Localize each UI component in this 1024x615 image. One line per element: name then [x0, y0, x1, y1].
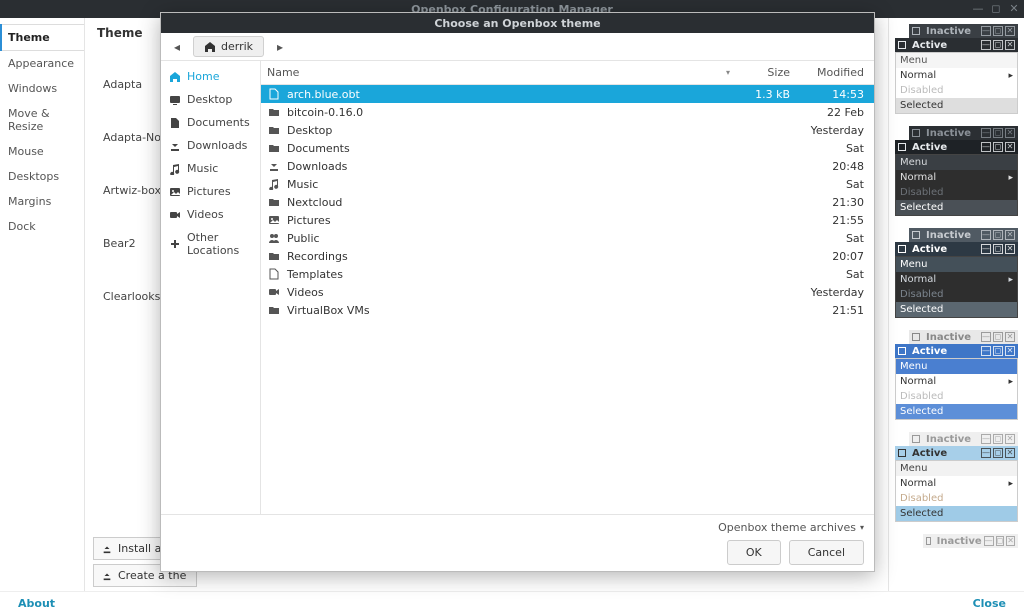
theme-preview: Inactive —◻✕ Active —◻✕ Menu Normal Disa… [895, 330, 1018, 420]
preview-active-bar: Active —◻✕ [895, 242, 1018, 256]
folder-icon [267, 195, 281, 209]
breadcrumb[interactable]: derrik [193, 36, 264, 57]
place-pictures[interactable]: Pictures [161, 180, 260, 203]
category-appearance[interactable]: Appearance [0, 51, 84, 76]
place-downloads[interactable]: Downloads [161, 134, 260, 157]
videos-icon [169, 209, 181, 221]
preview-inactive-bar: Inactive —◻✕ [909, 432, 1018, 446]
preview-inactive-bar: Inactive —◻✕ [909, 126, 1018, 140]
place-home[interactable]: Home [161, 65, 260, 88]
category-mouse[interactable]: Mouse [0, 139, 84, 164]
category-windows[interactable]: Windows [0, 76, 84, 101]
category-sidebar: ThemeAppearanceWindowsMove & ResizeMouse… [0, 18, 85, 591]
plus-icon [169, 238, 181, 250]
preview-active-bar: Active —◻✕ [895, 38, 1018, 52]
desktop-icon [169, 94, 181, 106]
downloads-icon [267, 159, 281, 173]
close-icon[interactable]: ✕ [1008, 2, 1020, 15]
file-row[interactable]: PublicSat [261, 229, 874, 247]
theme-preview: Inactive —◻✕ Active —◻✕ Menu Normal Disa… [895, 228, 1018, 318]
category-move-resize[interactable]: Move & Resize [0, 101, 84, 139]
preview-active-bar: Active —◻✕ [895, 446, 1018, 460]
minimize-icon[interactable]: — [972, 2, 984, 15]
col-modified[interactable]: Modified [796, 61, 874, 84]
preview-active-bar: Active —◻✕ [895, 140, 1018, 154]
file-row[interactable]: VirtualBox VMs21:51 [261, 301, 874, 319]
preview-menu-body: Menu Normal Disabled Selected [895, 460, 1018, 522]
folder-icon [267, 249, 281, 263]
preview-inactive-bar: Inactive—◻✕ [923, 534, 1018, 548]
place-music[interactable]: Music [161, 157, 260, 180]
folder-icon [267, 123, 281, 137]
home-icon [204, 41, 216, 53]
category-dock[interactable]: Dock [0, 214, 84, 239]
file-row[interactable]: bitcoin-0.16.022 Feb [261, 103, 874, 121]
file-row[interactable]: TemplatesSat [261, 265, 874, 283]
place-other-locations[interactable]: Other Locations [161, 226, 260, 262]
category-desktops[interactable]: Desktops [0, 164, 84, 189]
file-list: arch.blue.obt1.3 kB14:53bitcoin-0.16.022… [261, 85, 874, 514]
preview-menu-body: Menu Normal Disabled Selected [895, 256, 1018, 318]
preview-menu-body: Menu Normal Disabled Selected [895, 358, 1018, 420]
folder-icon [267, 105, 281, 119]
pictures-icon [267, 213, 281, 227]
category-margins[interactable]: Margins [0, 189, 84, 214]
about-link[interactable]: About [18, 597, 55, 610]
file-row[interactable]: Pictures21:55 [261, 211, 874, 229]
music-icon [169, 163, 181, 175]
cancel-button[interactable]: Cancel [789, 540, 864, 565]
home-icon [169, 71, 181, 83]
preview-inactive-bar: Inactive —◻✕ [909, 24, 1018, 38]
nav-back-icon[interactable]: ◂ [169, 39, 185, 55]
folder-icon [267, 303, 281, 317]
file-chooser-dialog: Choose an Openbox theme ◂ derrik ▸ HomeD… [160, 12, 875, 572]
nav-forward-icon[interactable]: ▸ [272, 39, 288, 55]
pictures-icon [169, 186, 181, 198]
preview-menu-body: Menu Normal Disabled Selected [895, 154, 1018, 216]
category-theme[interactable]: Theme [0, 24, 84, 51]
maximize-icon[interactable]: ◻ [990, 2, 1002, 15]
file-row[interactable]: Downloads20:48 [261, 157, 874, 175]
documents-icon [169, 117, 181, 129]
preview-inactive-bar: Inactive —◻✕ [909, 228, 1018, 242]
place-documents[interactable]: Documents [161, 111, 260, 134]
downloads-icon [169, 140, 181, 152]
places-sidebar: HomeDesktopDocumentsDownloadsMusicPictur… [161, 61, 261, 514]
theme-preview-column: Inactive —◻✕ Active —◻✕ Menu Normal Disa… [889, 18, 1024, 591]
ok-button[interactable]: OK [727, 540, 781, 565]
file-pane: Name▾ Size Modified arch.blue.obt1.3 kB1… [261, 61, 874, 514]
public-icon [267, 231, 281, 245]
videos-icon [267, 285, 281, 299]
close-link[interactable]: Close [973, 597, 1006, 610]
file-row[interactable]: arch.blue.obt1.3 kB14:53 [261, 85, 874, 103]
music-icon [267, 177, 281, 191]
preview-menu-body: Menu Normal Disabled Selected [895, 52, 1018, 114]
theme-preview: Inactive —◻✕ Active —◻✕ Menu Normal Disa… [895, 432, 1018, 522]
file-columns-header: Name▾ Size Modified [261, 61, 874, 85]
dialog-title: Choose an Openbox theme [161, 13, 874, 33]
file-row[interactable]: Nextcloud21:30 [261, 193, 874, 211]
dialog-pathbar: ◂ derrik ▸ [161, 33, 874, 61]
file-row[interactable]: Recordings20:07 [261, 247, 874, 265]
file-filter-dropdown[interactable]: Openbox theme archives▾ [718, 521, 864, 534]
col-size[interactable]: Size [736, 61, 796, 84]
footer: About Close [0, 591, 1024, 615]
file-icon [267, 267, 281, 281]
folder-icon [267, 141, 281, 155]
theme-preview: Inactive —◻✕ Active —◻✕ Menu Normal Disa… [895, 24, 1018, 114]
file-row[interactable]: MusicSat [261, 175, 874, 193]
file-icon [267, 87, 281, 101]
place-videos[interactable]: Videos [161, 203, 260, 226]
preview-inactive-bar: Inactive —◻✕ [909, 330, 1018, 344]
theme-preview: Inactive —◻✕ Active —◻✕ Menu Normal Disa… [895, 126, 1018, 216]
preview-active-bar: Active —◻✕ [895, 344, 1018, 358]
file-row[interactable]: DocumentsSat [261, 139, 874, 157]
file-row[interactable]: DesktopYesterday [261, 121, 874, 139]
col-name[interactable]: Name▾ [261, 61, 736, 84]
file-row[interactable]: VideosYesterday [261, 283, 874, 301]
place-desktop[interactable]: Desktop [161, 88, 260, 111]
